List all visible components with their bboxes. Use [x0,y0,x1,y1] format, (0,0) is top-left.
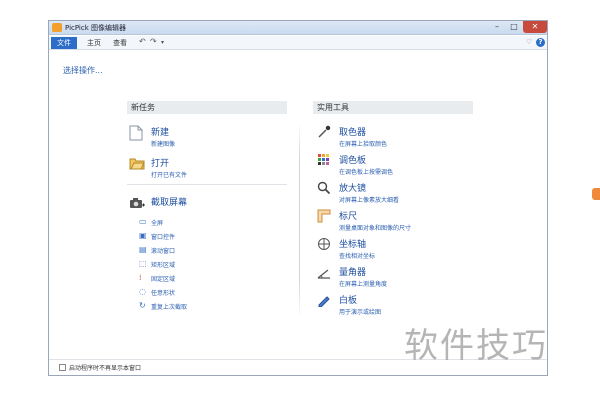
app-logo-icon [52,23,62,32]
magnifier-tool[interactable]: 放大镜 对屏幕上像素放大细看 [317,181,467,205]
help-icon[interactable]: ? [536,38,545,47]
crosshair-tool[interactable]: 坐标轴 查找相对坐标 [317,237,467,261]
new-file-icon [129,125,143,141]
color-picker-tool[interactable]: 取色器 在屏幕上拾取颜色 [317,125,467,149]
tab-file[interactable]: 文件 [51,37,77,49]
capture-screen-title: 截取屏幕 [151,198,188,208]
undo-icon[interactable]: ↶ [139,37,146,46]
new-image-subtitle: 新建图像 [151,141,176,148]
eyedropper-icon [318,125,331,138]
section-divider [127,184,287,185]
open-folder-icon [129,158,145,170]
watermark-text: 软件技巧 [404,326,548,366]
freehand-icon: ◌ [139,287,146,296]
open-file-title: 打开 [151,159,170,169]
maximize-button[interactable]: □ [506,21,522,33]
whiteboard-subtitle: 用于演示或绘图 [339,309,382,316]
window-control-icon: ▣ [139,231,147,240]
window-title: PicPick 图像编辑器 [65,24,127,32]
redo-icon[interactable]: ↷ [150,37,157,46]
camera-icon [130,198,145,208]
capture-freehand-label: 任意形状 [151,290,176,297]
title-bar: PicPick 图像编辑器 – □ ✕ [49,21,547,35]
tools-header: 实用工具 [313,101,473,114]
capture-repeat-last-label: 重复上次截取 [151,304,188,311]
protractor-subtitle: 在屏幕上测量角度 [339,281,388,288]
ribbon-bar: 文件 主页 查看 ↶ ↷ ▾ ♡ ? [49,36,547,50]
capture-window-control-label: 窗口控件 [151,234,176,241]
open-file-item[interactable]: 打开 打开已有文件 [129,156,279,180]
color-picker-title: 取色器 [339,128,367,138]
palette-title: 调色板 [339,156,367,166]
new-image-title: 新建 [151,128,170,138]
palette-tool[interactable]: 调色板 在调色板上按需调色 [317,153,467,177]
heart-icon[interactable]: ♡ [526,38,532,46]
protractor-tool[interactable]: 量角器 在屏幕上测量角度 [317,265,467,289]
pen-icon [318,296,330,307]
fixed-region-icon: ⁞ [139,273,142,282]
capture-screen-item[interactable]: 截取屏幕 [129,195,279,211]
close-button[interactable]: ✕ [523,21,547,33]
startup-checkbox-label[interactable]: 启动程序时不再显示本窗口 [69,363,141,372]
capture-rect-region-label: 矩形区域 [151,262,176,269]
crosshair-subtitle: 查找相对坐标 [339,253,376,260]
repeat-icon: ↻ [139,301,146,310]
rect-region-icon: ⬚ [139,259,147,268]
protractor-title: 量角器 [339,268,367,278]
quick-access-dropdown-icon[interactable]: ▾ [161,39,164,46]
magnifier-subtitle: 对屏幕上像素放大细看 [339,197,400,204]
side-tab-handle[interactable] [592,188,600,200]
capture-fullscreen-label: 全屏 [151,220,164,227]
color-picker-subtitle: 在屏幕上拾取颜色 [339,141,388,148]
open-file-subtitle: 打开已有文件 [151,172,188,179]
choose-action-link[interactable]: 选择操作... [63,65,103,76]
tab-home[interactable]: 主页 [81,37,107,49]
ruler-subtitle: 测量桌面对象和图像的尺寸 [339,225,412,232]
palette-icon [318,154,329,165]
ruler-tool[interactable]: 标尺 测量桌面对象和图像的尺寸 [317,209,467,233]
startup-checkbox[interactable] [59,364,66,371]
palette-subtitle: 在调色板上按需调色 [339,169,394,176]
capture-scroll-window-label: 滚动窗口 [151,248,176,255]
capture-fixed-region-label: 固定区域 [151,276,176,283]
ruler-title: 标尺 [339,212,358,222]
crosshair-title: 坐标轴 [339,240,367,250]
column-divider [299,121,300,319]
magnifier-title: 放大镜 [339,184,367,194]
new-image-item[interactable]: 新建 新建图像 [129,125,279,149]
whiteboard-tool[interactable]: 白板 用于演示或绘图 [317,293,467,317]
whiteboard-title: 白板 [339,296,358,306]
magnifier-icon [317,181,331,195]
minimize-button[interactable]: – [489,21,505,33]
protractor-icon [317,269,330,279]
new-tasks-header: 新任务 [127,101,287,114]
crosshair-icon [318,238,330,250]
scroll-window-icon: ▤ [139,245,147,254]
ruler-icon [317,209,331,223]
tab-view[interactable]: 查看 [107,37,133,49]
fullscreen-icon: ▭ [139,217,147,226]
